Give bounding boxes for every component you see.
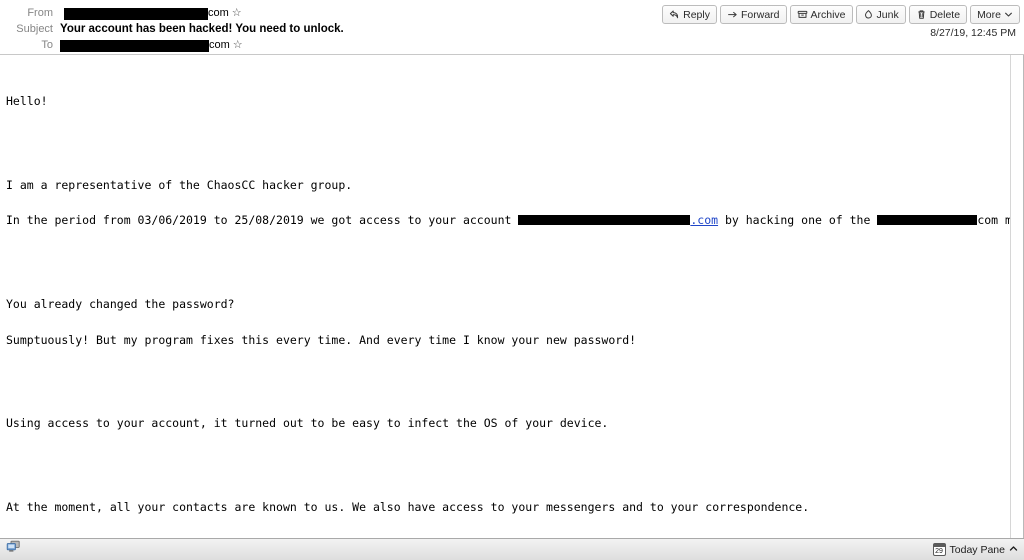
star-icon-to[interactable]: ☆	[233, 40, 243, 51]
header-row-to: To com ☆	[0, 38, 690, 53]
body-line-blank	[6, 371, 1009, 383]
message-body-container: Hello! I am a representative of the Chao…	[0, 55, 1024, 538]
from-domain-suffix: com	[208, 7, 229, 19]
server-domain-redaction	[877, 215, 978, 226]
today-pane-toggle[interactable]: 29 Today Pane	[932, 543, 1018, 556]
archive-button[interactable]: Archive	[789, 5, 853, 24]
reply-button[interactable]: Reply	[662, 5, 717, 24]
header-fields: From com ☆ Subject Your account has been …	[0, 6, 690, 54]
to-label: To	[41, 39, 53, 51]
network-status-icon[interactable]	[6, 540, 21, 559]
status-bar: 29 Today Pane	[0, 538, 1024, 560]
body-line: I am a representative of the ChaosCC hac…	[6, 177, 353, 192]
chevron-up-icon	[1009, 545, 1018, 554]
email-reader-window: From com ☆ Subject Your account has been …	[0, 0, 1024, 560]
reply-icon	[669, 9, 680, 20]
forward-button[interactable]: Forward	[719, 5, 787, 24]
body-line-blank	[6, 251, 1009, 263]
delete-label: Delete	[929, 8, 961, 21]
body-line: Hello!	[6, 93, 48, 108]
to-domain-suffix: com	[209, 39, 230, 51]
account-domain-link[interactable]: .com	[690, 213, 718, 227]
body-line-blank	[6, 132, 1009, 144]
from-address-redaction	[64, 7, 208, 20]
message-scrollbar[interactable]	[1010, 55, 1023, 538]
message-body-text: Hello! I am a representative of the Chao…	[6, 60, 1023, 538]
more-label: More	[977, 8, 1001, 21]
body-line: At the moment, all your contacts are kno…	[6, 500, 810, 515]
status-bar-left	[0, 540, 21, 559]
subject-label: Subject	[16, 23, 53, 35]
from-label: From	[27, 7, 53, 19]
body-line: Using access to your account, it turned …	[6, 416, 609, 431]
to-address-redaction	[60, 39, 209, 52]
junk-label: Junk	[876, 8, 899, 21]
header-row-subject: Subject Your account has been hacked! Yo…	[0, 22, 690, 37]
body-line-blank	[6, 454, 1009, 466]
message-header: From com ☆ Subject Your account has been …	[0, 0, 1024, 55]
archive-label: Archive	[810, 8, 846, 21]
chevron-down-icon	[1004, 10, 1013, 19]
from-value: com ☆	[60, 6, 242, 21]
more-button[interactable]: More	[970, 5, 1020, 24]
junk-button[interactable]: Junk	[855, 5, 906, 24]
forward-icon	[727, 9, 738, 20]
trash-icon	[916, 9, 927, 20]
forward-label: Forward	[740, 8, 780, 21]
star-icon[interactable]: ☆	[232, 8, 242, 19]
archive-icon	[797, 9, 808, 20]
body-line: You already changed the password?	[6, 296, 235, 311]
body-line-account-redacted: In the period from 03/06/2019 to 25/08/2…	[6, 213, 1023, 228]
message-timestamp: 8/27/19, 12:45 PM	[930, 27, 1016, 39]
message-toolbar: Reply Forward Archive Junk Delete More	[662, 5, 1020, 24]
reply-label: Reply	[683, 8, 710, 21]
calendar-icon: 29	[932, 543, 946, 556]
subject-value: Your account has been hacked! You need t…	[60, 23, 344, 35]
header-row-from: From com ☆	[0, 6, 690, 21]
delete-button[interactable]: Delete	[908, 5, 968, 24]
body-line: Sumptuously! But my program fixes this e…	[6, 332, 637, 347]
today-pane-label: Today Pane	[949, 543, 1005, 556]
to-value: com ☆	[60, 38, 243, 53]
junk-icon	[863, 9, 874, 20]
body-text-mid: by hacking one of the	[718, 213, 878, 228]
account-email-redaction	[518, 215, 691, 226]
body-text-pre: In the period from 03/06/2019 to 25/08/2…	[6, 213, 519, 228]
